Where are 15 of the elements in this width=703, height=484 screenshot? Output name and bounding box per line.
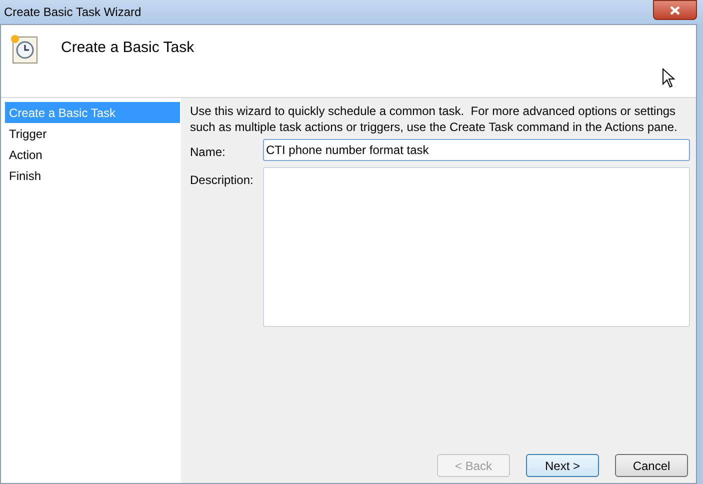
wizard-button[interactable]: Next > — [526, 454, 599, 477]
field-label: Description: — [190, 172, 254, 189]
name-field[interactable]: CTI phone number format task — [263, 139, 690, 161]
field-label: Name: — [190, 144, 226, 161]
step-item[interactable]: Trigger — [5, 123, 180, 144]
window-title: Create Basic Task Wizard — [4, 4, 142, 21]
close-icon — [670, 6, 680, 14]
step-item[interactable]: Finish — [5, 165, 180, 186]
step-item[interactable]: Action — [5, 144, 180, 165]
mouse-cursor-icon — [662, 68, 676, 88]
header-title: Create a Basic Task — [61, 38, 194, 58]
description-field[interactable] — [263, 167, 690, 327]
close-button[interactable] — [653, 0, 697, 20]
wizard-button[interactable]: Cancel — [615, 454, 688, 477]
intro-text: Use this wizard to quickly schedule a common task. For more advanced options or settings such as multiple task actions or triggers, use the Create Task command in the Actions pane. — [190, 103, 678, 135]
